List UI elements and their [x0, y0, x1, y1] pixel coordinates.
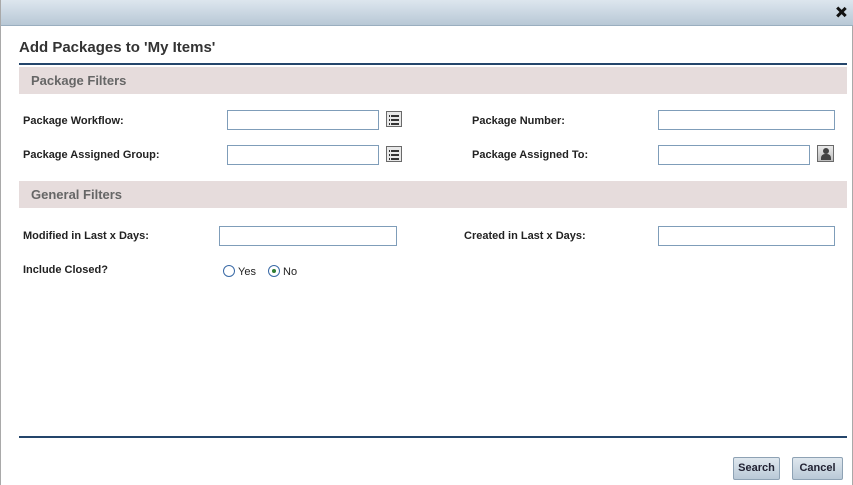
- package-workflow-input[interactable]: [227, 110, 379, 130]
- dialog-titlebar: [1, 0, 853, 26]
- package-number-label: Package Number:: [472, 115, 565, 127]
- close-icon[interactable]: [834, 5, 848, 19]
- package-filters-header: Package Filters: [19, 67, 847, 94]
- modified-days-label: Modified in Last x Days:: [23, 230, 149, 242]
- list-picker-icon[interactable]: [386, 111, 402, 127]
- modified-days-input[interactable]: [219, 226, 397, 246]
- cancel-button[interactable]: Cancel: [792, 457, 843, 480]
- include-closed-yes-label: Yes: [238, 266, 256, 278]
- package-workflow-label: Package Workflow:: [23, 115, 124, 127]
- list-picker-icon[interactable]: [386, 146, 402, 162]
- title-divider: [19, 63, 847, 65]
- footer-divider: [19, 436, 847, 438]
- include-closed-label: Include Closed?: [23, 264, 108, 276]
- package-number-input[interactable]: [658, 110, 835, 130]
- include-closed-no-radio[interactable]: [268, 265, 280, 277]
- user-picker-icon[interactable]: [817, 145, 834, 162]
- package-assigned-to-input[interactable]: [658, 145, 810, 165]
- package-assigned-group-label: Package Assigned Group:: [23, 149, 160, 161]
- created-days-label: Created in Last x Days:: [464, 230, 586, 242]
- dialog-title: Add Packages to 'My Items': [19, 39, 216, 56]
- created-days-input[interactable]: [658, 226, 835, 246]
- package-assigned-to-label: Package Assigned To:: [472, 149, 589, 161]
- search-button[interactable]: Search: [733, 457, 780, 480]
- general-filters-header: General Filters: [19, 181, 847, 208]
- add-packages-dialog: Add Packages to 'My Items' Package Filte…: [0, 0, 853, 485]
- include-closed-no-label: No: [283, 266, 298, 278]
- include-closed-yes-radio[interactable]: [223, 265, 235, 277]
- package-assigned-group-input[interactable]: [227, 145, 379, 165]
